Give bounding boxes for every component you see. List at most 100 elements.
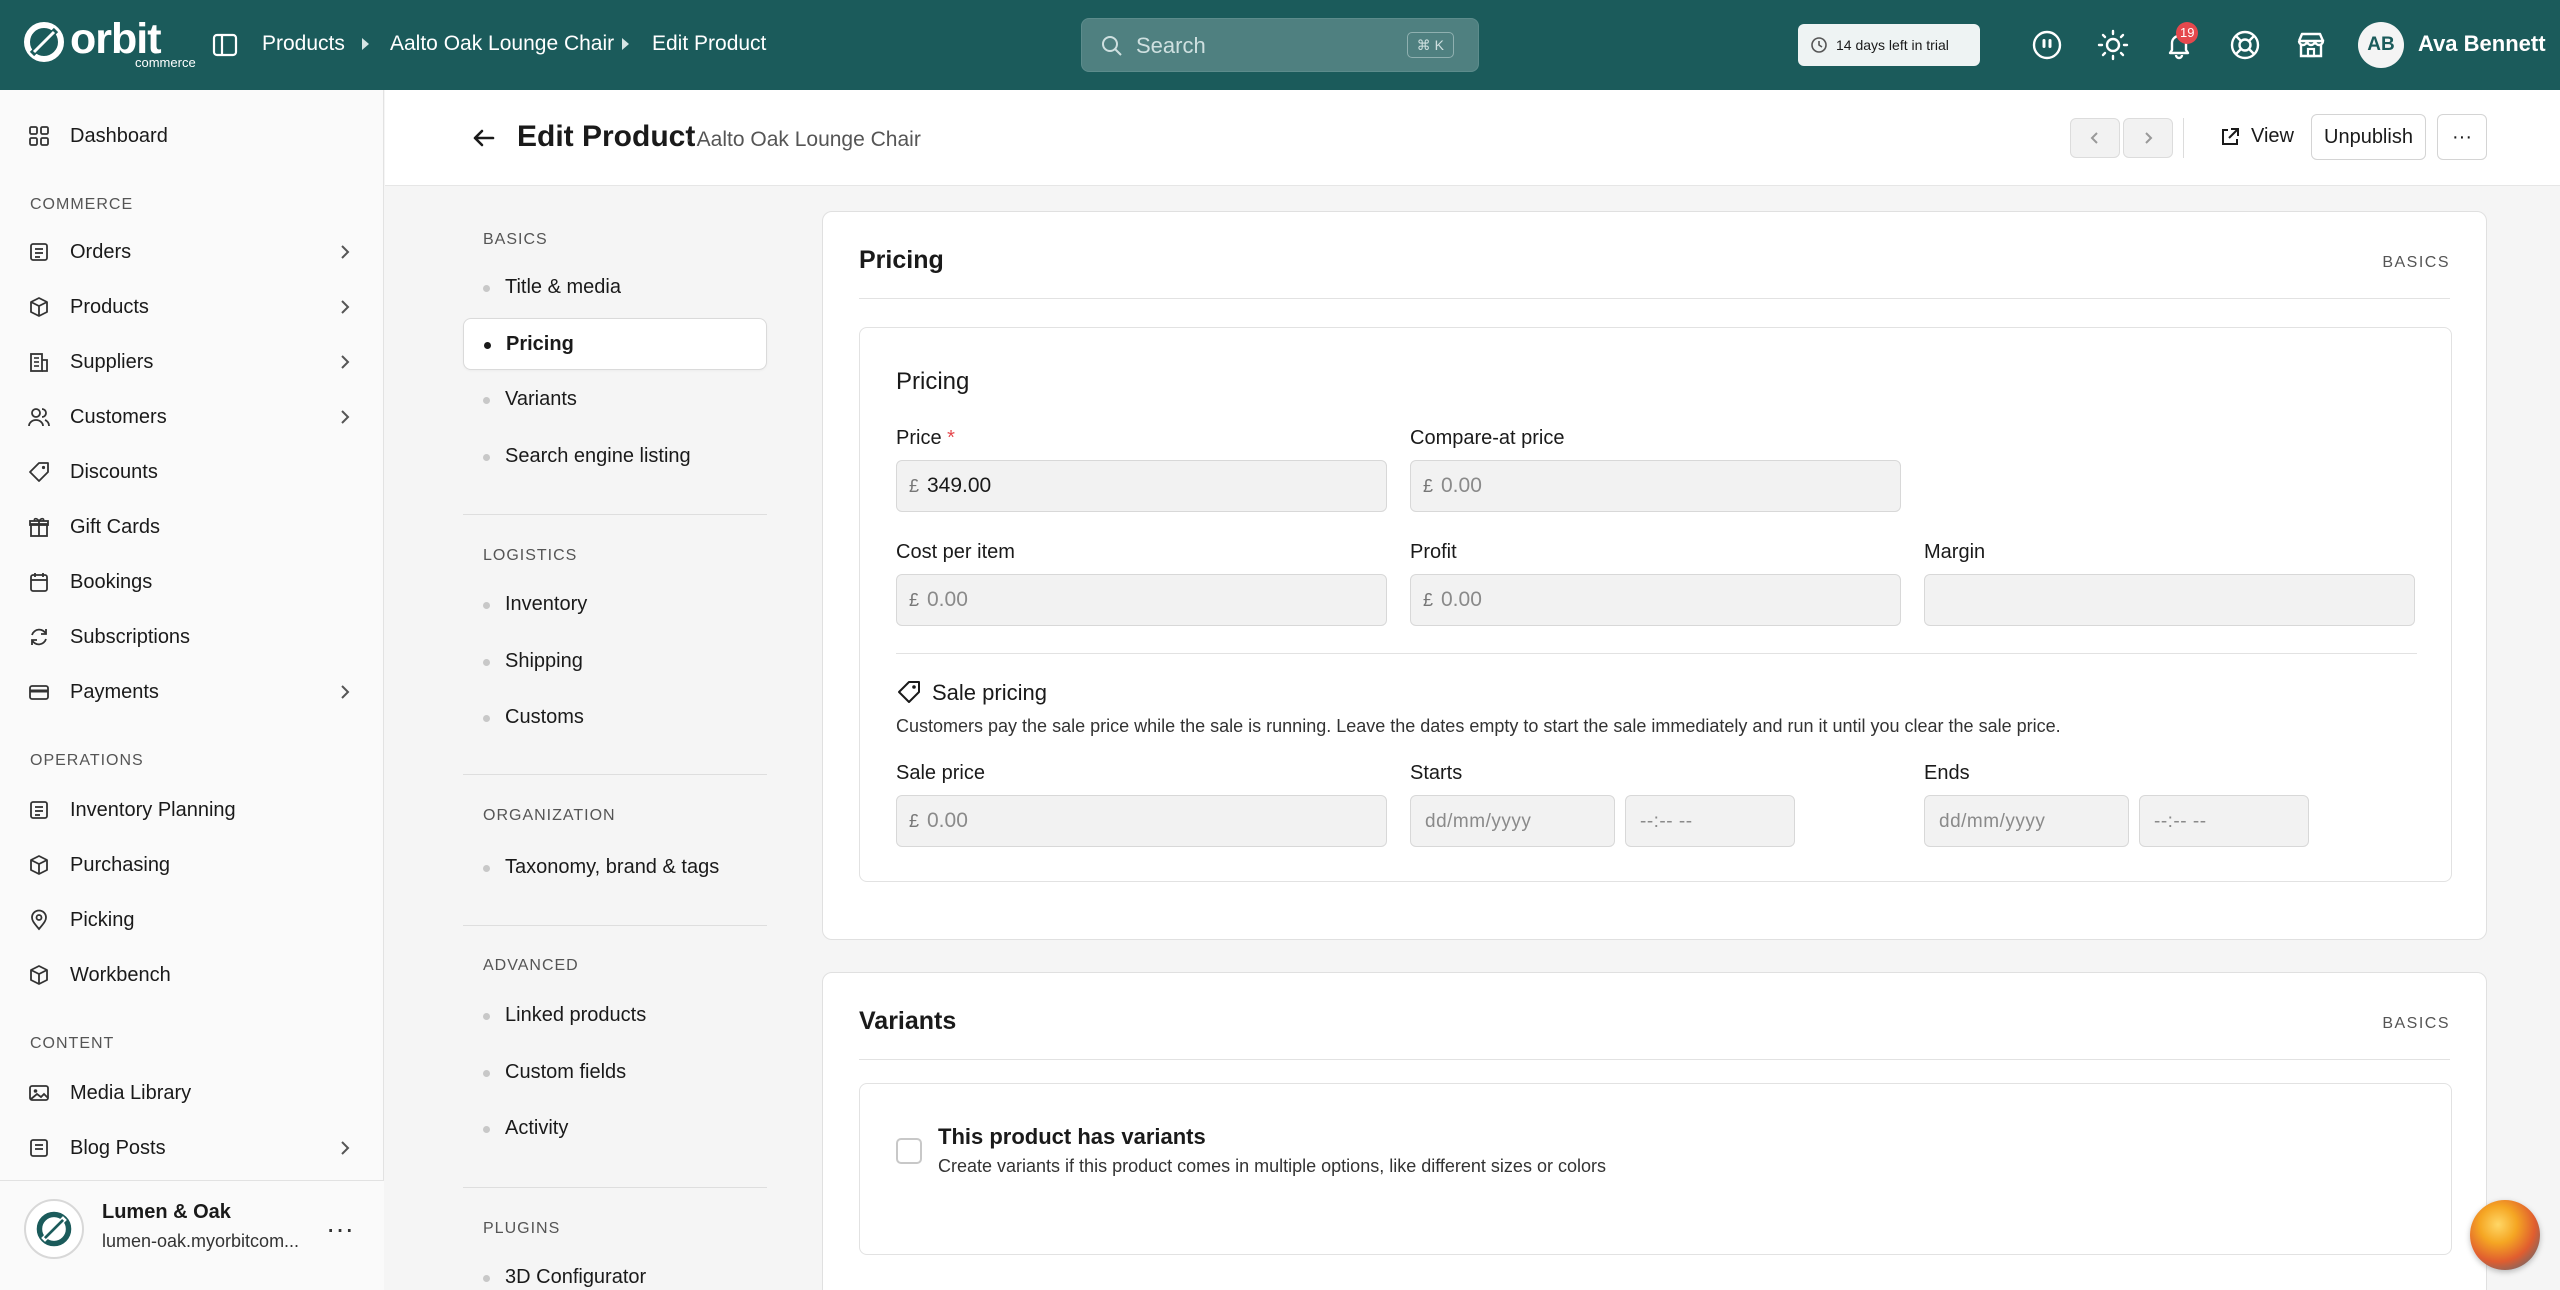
sidebar-item-picking[interactable]: Picking	[28, 900, 362, 940]
user-name[interactable]: Ava Bennett	[2418, 31, 2546, 57]
sidebar-item-orders[interactable]: Orders	[28, 232, 362, 272]
breadcrumb-products[interactable]: Products	[262, 31, 345, 57]
start-date-input[interactable]: dd/mm/yyyy	[1410, 795, 1615, 847]
nav-dot	[483, 1126, 490, 1133]
sale-price-label: Sale price	[896, 762, 985, 784]
sale-price-placeholder: 0.00	[927, 809, 968, 832]
more-actions-icon: ···	[2452, 126, 2472, 148]
suppliers-building-icon	[30, 353, 48, 372]
margin-label: Margin	[1924, 541, 1986, 563]
breadcrumb-separator-icon	[362, 38, 369, 50]
sidebar-item-customers[interactable]: Customers	[28, 397, 362, 437]
section-nav-label: Linked products	[505, 1004, 647, 1026]
sidebar-toggle-icon[interactable]	[210, 30, 240, 60]
help-lifebuoy-icon[interactable]	[2228, 28, 2262, 62]
section-nav-label: Shipping	[505, 650, 583, 672]
view-button[interactable]: View	[2205, 114, 2306, 160]
orbit-logo-icon	[36, 1211, 72, 1247]
card-section-tag: BASICS	[2382, 254, 2450, 271]
section-nav-label: 3D Configurator	[505, 1266, 647, 1288]
store-name: Lumen & Oak	[102, 1201, 231, 1223]
price-field[interactable]: £ 349.00	[896, 460, 1387, 512]
search-input[interactable]: Search ⌘ K	[1081, 18, 1479, 72]
profit-field: £ 0.00	[1410, 574, 1901, 626]
assistant-avatar-button[interactable]	[2470, 1200, 2540, 1270]
sidebar-item-label: Picking	[70, 909, 135, 931]
section-nav-label: Variants	[505, 388, 577, 410]
section-nav-item-shipping[interactable]: Shipping	[463, 636, 767, 688]
storefront-icon[interactable]	[2294, 28, 2328, 62]
sale-price-field[interactable]: £ 0.00	[896, 795, 1387, 847]
section-nav-item-title-media[interactable]: Title & media	[463, 262, 767, 314]
sidebar-section-content: CONTENT	[30, 1035, 115, 1052]
has-variants-label[interactable]: This product has variants	[938, 1124, 1206, 1150]
next-product-button[interactable]	[2123, 118, 2173, 158]
store-more-icon[interactable]: ···	[326, 1213, 354, 1245]
sidebar-item-label: Subscriptions	[70, 626, 191, 648]
card-title: Pricing	[859, 246, 944, 274]
time-placeholder: --:-- --	[1640, 811, 1693, 832]
sidebar-item-blog-posts[interactable]: Blog Posts	[28, 1128, 362, 1168]
section-nav-item-activity[interactable]: Activity	[463, 1103, 767, 1155]
end-time-input[interactable]: --:-- --	[2139, 795, 2309, 847]
back-arrow-icon[interactable]	[471, 125, 497, 151]
sidebar-item-purchasing[interactable]: Purchasing	[28, 845, 362, 885]
section-nav-heading-organization: ORGANIZATION	[483, 807, 616, 824]
section-nav-item-custom-fields[interactable]: Custom fields	[463, 1047, 767, 1099]
app-logo[interactable]: orbit commerce	[22, 16, 196, 72]
chevron-right-icon	[341, 685, 350, 699]
cost-per-item-field[interactable]: £ 0.00	[896, 574, 1387, 626]
section-nav-item-linked-products[interactable]: Linked products	[463, 990, 767, 1042]
section-nav-item-taxonomy[interactable]: Taxonomy, brand & tags	[463, 842, 767, 894]
previous-product-button[interactable]	[2070, 118, 2120, 158]
compare-at-price-field[interactable]: £ 0.00	[1410, 460, 1901, 512]
user-avatar[interactable]: AB	[2358, 22, 2404, 68]
section-nav-heading-logistics: LOGISTICS	[483, 547, 578, 564]
sidebar-item-label: Customers	[70, 406, 167, 428]
sidebar-item-label: Media Library	[70, 1082, 192, 1104]
products-box-icon	[30, 297, 48, 317]
sidebar-item-discounts[interactable]: Discounts	[28, 452, 362, 492]
start-time-input[interactable]: --:-- --	[1625, 795, 1795, 847]
chevron-right-icon	[341, 410, 350, 424]
unpublish-button[interactable]: Unpublish	[2311, 114, 2426, 160]
theme-toggle-icon[interactable]	[2096, 28, 2130, 62]
sidebar-item-label: Products	[70, 296, 149, 318]
search-placeholder: Search	[1136, 33, 1206, 58]
sidebar-item-dashboard[interactable]: Dashboard	[28, 116, 362, 156]
section-nav-item-customs[interactable]: Customs	[463, 692, 767, 744]
feedback-icon[interactable]	[2030, 28, 2064, 62]
cost-per-item-label: Cost per item	[896, 541, 1015, 563]
sidebar-item-payments[interactable]: Payments	[28, 672, 362, 712]
section-nav-item-pricing[interactable]: Pricing	[463, 318, 767, 370]
trial-badge[interactable]: 14 days left in trial	[1798, 24, 1980, 66]
margin-field	[1924, 574, 2415, 626]
sidebar-item-inventory-planning[interactable]: Inventory Planning	[28, 790, 362, 830]
sidebar-item-bookings[interactable]: Bookings	[28, 562, 362, 602]
date-placeholder: dd/mm/yyyy	[1939, 811, 2046, 832]
card-divider	[859, 1059, 2450, 1060]
section-nav-divider	[463, 1187, 767, 1188]
section-nav-item-seo[interactable]: Search engine listing	[463, 431, 767, 483]
inventory-list-icon	[30, 801, 48, 819]
sidebar-item-workbench[interactable]: Workbench	[28, 955, 362, 995]
breadcrumb-product[interactable]: Aalto Oak Lounge Chair	[390, 31, 614, 57]
section-nav-item-3d-configurator[interactable]: 3D Configurator	[463, 1252, 767, 1290]
sidebar-item-media-library[interactable]: Media Library	[28, 1073, 362, 1113]
section-nav-item-variants[interactable]: Variants	[463, 374, 767, 426]
has-variants-checkbox[interactable]	[896, 1138, 922, 1164]
nav-dot	[483, 285, 490, 292]
end-date-input[interactable]: dd/mm/yyyy	[1924, 795, 2129, 847]
section-nav-item-inventory[interactable]: Inventory	[463, 579, 767, 631]
calendar-icon	[30, 573, 48, 592]
header-divider	[2183, 118, 2184, 158]
top-bar: orbit commerce Products Aalto Oak Lounge…	[0, 0, 2560, 90]
sidebar-item-subscriptions[interactable]: Subscriptions	[28, 617, 362, 657]
store-switcher[interactable]: Lumen & Oak lumen-oak.myorbitcom... ···	[0, 1180, 384, 1290]
sidebar-item-products[interactable]: Products	[28, 287, 362, 327]
sidebar-item-gift-cards[interactable]: Gift Cards	[28, 507, 362, 547]
sidebar-item-suppliers[interactable]: Suppliers	[28, 342, 362, 382]
more-actions-button[interactable]: ···	[2437, 114, 2487, 160]
sidebar-item-label: Purchasing	[70, 854, 171, 876]
compare-at-price-placeholder: 0.00	[1441, 474, 1482, 497]
